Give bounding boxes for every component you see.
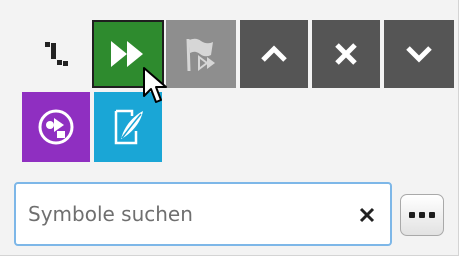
chevron-down-icon (406, 46, 432, 63)
chevron-up-icon (261, 45, 287, 62)
fast-forward-icon (111, 41, 143, 67)
flag-trace-icon (186, 38, 215, 72)
more-options-button[interactable] (400, 194, 444, 236)
symbol-toolbar-panel (0, 0, 459, 256)
close-icon[interactable] (356, 204, 378, 226)
graph-circle-icon (38, 109, 74, 145)
ellipsis-icon (407, 212, 437, 218)
edit-button[interactable] (94, 92, 162, 162)
move-up-button[interactable] (240, 20, 308, 88)
remove-button[interactable] (312, 20, 380, 88)
graph-button[interactable] (22, 92, 90, 162)
move-down-button[interactable] (384, 20, 454, 88)
step-back-button[interactable] (26, 20, 88, 88)
symbol-search-box (14, 182, 392, 246)
flag-trace-button[interactable] (166, 20, 236, 88)
close-icon (335, 43, 357, 65)
fast-forward-button[interactable] (92, 20, 164, 88)
step-back-icon (45, 42, 68, 66)
quill-edit-icon (114, 109, 143, 145)
search-input[interactable] (28, 194, 338, 234)
